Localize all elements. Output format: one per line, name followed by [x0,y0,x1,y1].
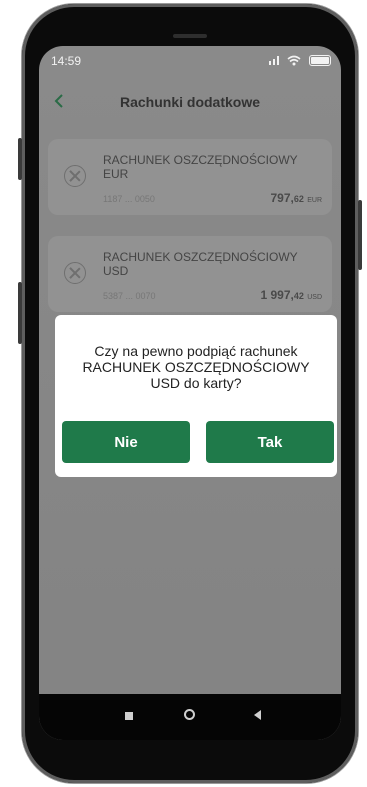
account-card[interactable]: RACHUNEK OSZCZĘDNOŚCIOWY EUR 1187 ... 00… [48,139,332,215]
app-header: Rachunki dodatkowe [39,86,341,116]
account-balance: 1 997,42 USD [260,288,322,302]
signal-icon [268,56,279,66]
account-card[interactable]: RACHUNEK OSZCZĘDNOŚCIOWY USD 5387 ... 00… [48,236,332,312]
remove-icon[interactable] [64,165,86,187]
android-nav-bar [39,694,341,740]
balance-decimal: 42 [293,291,304,301]
wifi-icon [287,55,301,66]
earpiece-speaker [173,34,207,38]
status-icons [268,54,331,66]
balance-currency: USD [307,294,322,301]
account-name: RACHUNEK OSZCZĘDNOŚCIOWY USD [103,250,298,278]
status-time: 14:59 [51,54,82,68]
account-number: 5387 ... 0070 [103,291,156,301]
remove-icon[interactable] [64,262,86,284]
balance-decimal: 62 [293,194,304,204]
balance-currency: EUR [307,197,322,204]
account-number: 1187 ... 0050 [103,194,155,204]
side-button-left [18,138,22,180]
phone-screen: 14:59 Rachunki dodatkowe RACHUNEK OSZCZĘ… [39,46,341,740]
account-name: RACHUNEK OSZCZĘDNOŚCIOWY EUR [103,153,298,181]
balance-integer: 1 997, [260,288,294,302]
recent-apps-icon[interactable] [125,712,133,720]
page-title: Rachunki dodatkowe [119,94,261,110]
dialog-message: Czy na pewno podpiąć rachunek RACHUNEK O… [82,343,310,391]
side-button-left-lower [18,282,22,344]
yes-button[interactable]: Tak [206,421,334,463]
battery-icon [309,54,331,66]
balance-integer: 797, [270,191,294,205]
home-icon[interactable] [184,709,195,720]
status-bar: 14:59 [39,46,341,74]
no-button[interactable]: Nie [62,421,190,463]
confirm-dialog: Czy na pewno podpiąć rachunek RACHUNEK O… [55,315,337,477]
side-button-right [358,200,362,270]
account-balance: 797,62 EUR [271,191,323,205]
back-triangle-icon[interactable] [254,710,261,720]
